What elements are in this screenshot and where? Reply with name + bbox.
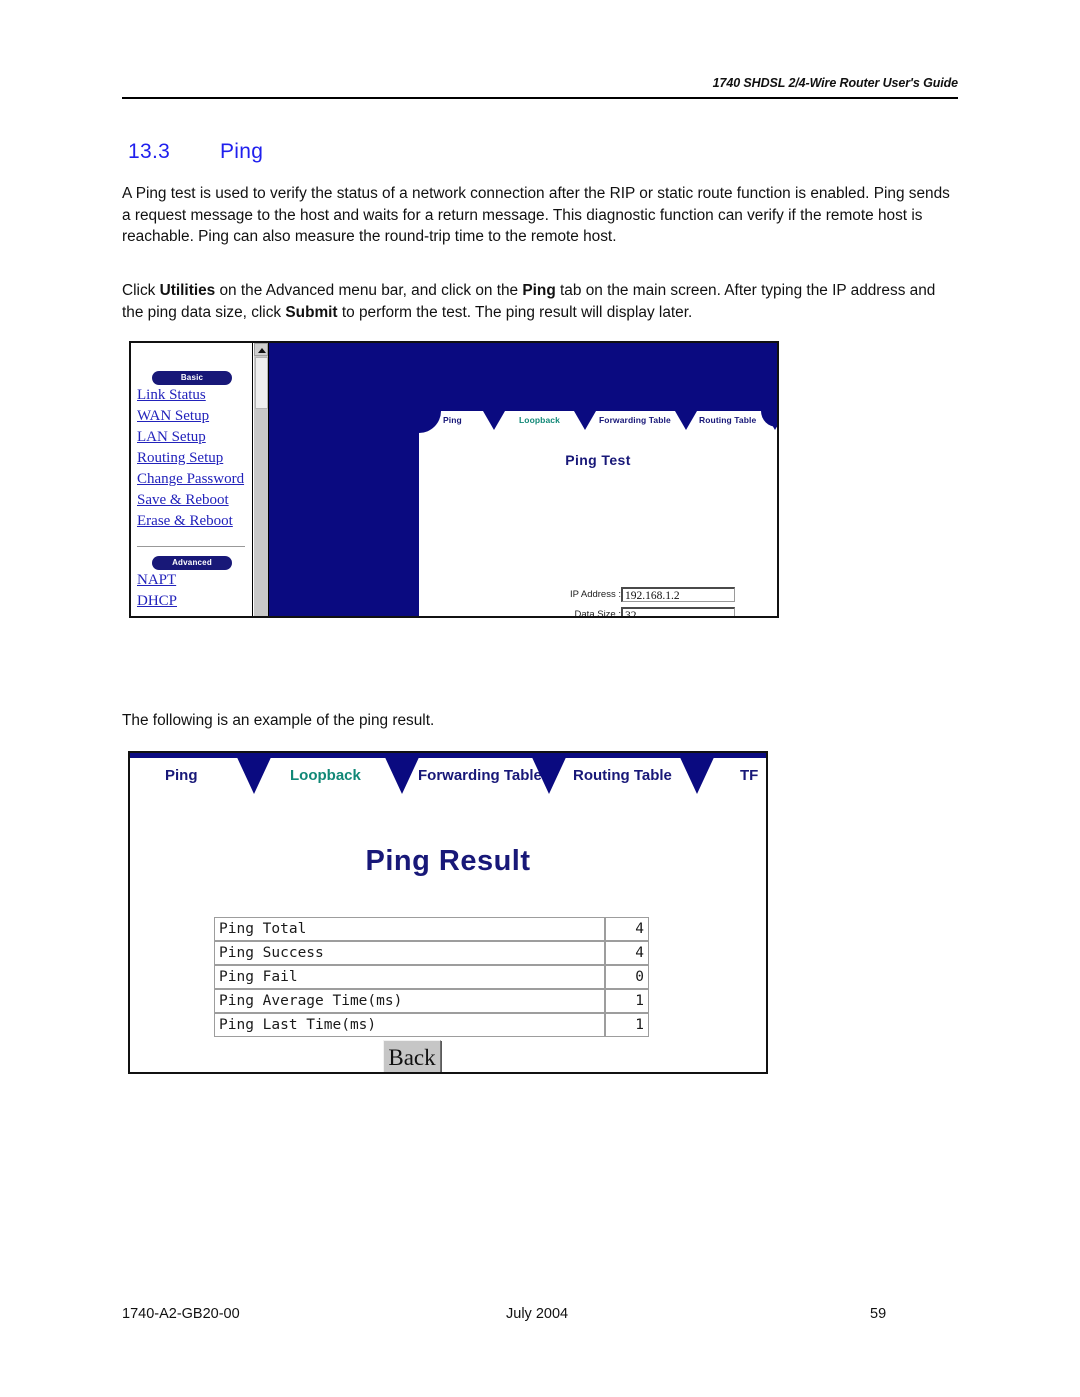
table-row: Ping Last Time(ms) 1 (214, 1013, 649, 1037)
paragraph-instructions: Click Utilities on the Advanced menu bar… (122, 280, 952, 323)
row-label: Ping Average Time(ms) (214, 989, 606, 1013)
tab-loopback[interactable]: Loopback (519, 415, 560, 425)
sidebar-item-change-password[interactable]: Change Password (137, 471, 244, 488)
sidebar-section-basic: Basic (152, 371, 232, 385)
screenshot-ping-result: Ping Loopback Forwarding Table Routing T… (128, 751, 768, 1074)
ip-address-row: IP Address :192.168.1.2 (553, 587, 735, 602)
tab-routing-table[interactable]: Routing Table (573, 767, 672, 784)
tab-divider-wedge-1 (483, 411, 505, 430)
tab-forwarding-table[interactable]: Forwarding Table (418, 767, 542, 784)
tab-loopback[interactable]: Loopback (290, 767, 361, 784)
tab-forwarding-table[interactable]: Forwarding Table (599, 415, 671, 425)
p2-text-2: on the Advanced menu bar, and click on t… (215, 282, 523, 299)
header-rule (122, 97, 958, 99)
row-value: 1 (605, 989, 649, 1013)
row-value: 1 (605, 1013, 649, 1037)
tab-routing-table[interactable]: Routing Table (699, 415, 756, 425)
sidebar-item-dhcp[interactable]: DHCP (137, 593, 177, 610)
row-value: 4 (605, 917, 649, 941)
p2-bold-utilities: Utilities (159, 282, 216, 299)
sidebar-divider (137, 546, 245, 547)
tab-divider-wedge-3 (530, 753, 568, 794)
sidebar-item-napt[interactable]: NAPT (137, 572, 176, 589)
data-size-row: Data Size :32 (553, 607, 735, 618)
sidebar-item-save-reboot[interactable]: Save & Reboot (137, 492, 229, 509)
data-size-input[interactable]: 32 (621, 607, 735, 616)
router-sidebar: Basic Link Status WAN Setup LAN Setup Ro… (131, 343, 253, 616)
table-row: Ping Success 4 (214, 941, 649, 965)
sidebar-scrollbar[interactable] (254, 343, 269, 616)
row-value: 0 (605, 965, 649, 989)
row-label: Ping Last Time(ms) (214, 1013, 606, 1037)
ping-result-table: Ping Total 4 Ping Success 4 Ping Fail 0 … (214, 917, 649, 1037)
scrollbar-thumb[interactable] (255, 357, 268, 409)
tab-divider-wedge-4 (678, 753, 716, 794)
ip-address-label: IP Address : (569, 589, 621, 600)
footer-date: July 2004 (506, 1306, 569, 1322)
sidebar-item-link-status[interactable]: Link Status (137, 387, 206, 404)
row-value: 4 (605, 941, 649, 965)
section-heading: 13.3 Ping (128, 140, 263, 164)
row-label: Ping Success (214, 941, 606, 965)
running-header-text: 1740 SHDSL 2/4-Wire Router User's Guide (712, 76, 958, 90)
tab-divider-wedge-2 (574, 411, 596, 430)
tab-bar-result: Ping Loopback Forwarding Table Routing T… (130, 753, 766, 799)
running-header: 1740 SHDSL 2/4-Wire Router User's Guide (122, 74, 958, 92)
table-row: Ping Fail 0 (214, 965, 649, 989)
sidebar-item-lan-setup[interactable]: LAN Setup (137, 429, 206, 446)
section-number: 13.3 (128, 140, 171, 163)
sidebar-section-advanced: Advanced (152, 556, 232, 570)
paragraph-intro: A Ping test is used to verify the status… (122, 185, 950, 245)
sidebar-item-wan-setup[interactable]: WAN Setup (137, 408, 209, 425)
back-button[interactable]: Back (383, 1040, 441, 1072)
sidebar-item-routing-setup[interactable]: Routing Setup (137, 450, 223, 467)
p2-bold-submit: Submit (285, 303, 338, 321)
tab-ping[interactable]: Ping (165, 767, 198, 784)
p2-text-1: Click (122, 282, 160, 299)
panel-title-ping-test: Ping Test (565, 452, 631, 468)
tab-tftp[interactable]: TF (740, 767, 758, 784)
table-row: Ping Total 4 (214, 917, 649, 941)
row-label: Ping Total (214, 917, 606, 941)
tab-ping[interactable]: Ping (443, 415, 462, 425)
footer-document-number: 1740-A2-GB20-00 (122, 1306, 240, 1322)
panel-title-ping-result: Ping Result (365, 845, 531, 877)
tab-bar: Ping Loopback Forwarding Table Routing T… (419, 411, 777, 435)
router-main-area: Ping Loopback Forwarding Table Routing T… (269, 343, 777, 616)
tab-divider-wedge-4 (764, 411, 777, 430)
data-size-label: Data Size : (574, 609, 621, 618)
scroll-up-arrow-icon[interactable] (254, 343, 268, 356)
ip-address-input[interactable]: 192.168.1.2 (621, 587, 735, 602)
footer-page-number: 59 (870, 1306, 887, 1322)
sidebar-item-erase-reboot[interactable]: Erase & Reboot (137, 513, 233, 530)
table-row: Ping Average Time(ms) 1 (214, 989, 649, 1013)
tab-divider-wedge-3 (675, 411, 697, 430)
paragraph-caption: The following is an example of the ping … (122, 712, 435, 729)
section-title: Ping (220, 140, 264, 163)
tab-panel: Ping Loopback Forwarding Table Routing T… (419, 411, 777, 616)
p2-bold-ping: Ping (522, 282, 556, 299)
tab-divider-wedge-2 (383, 753, 421, 794)
p2-text-4: to perform the test. The ping result wil… (337, 303, 693, 321)
screenshot-ping-test: Basic Link Status WAN Setup LAN Setup Ro… (129, 341, 779, 618)
row-label: Ping Fail (214, 965, 606, 989)
tab-divider-wedge-1 (235, 753, 273, 794)
